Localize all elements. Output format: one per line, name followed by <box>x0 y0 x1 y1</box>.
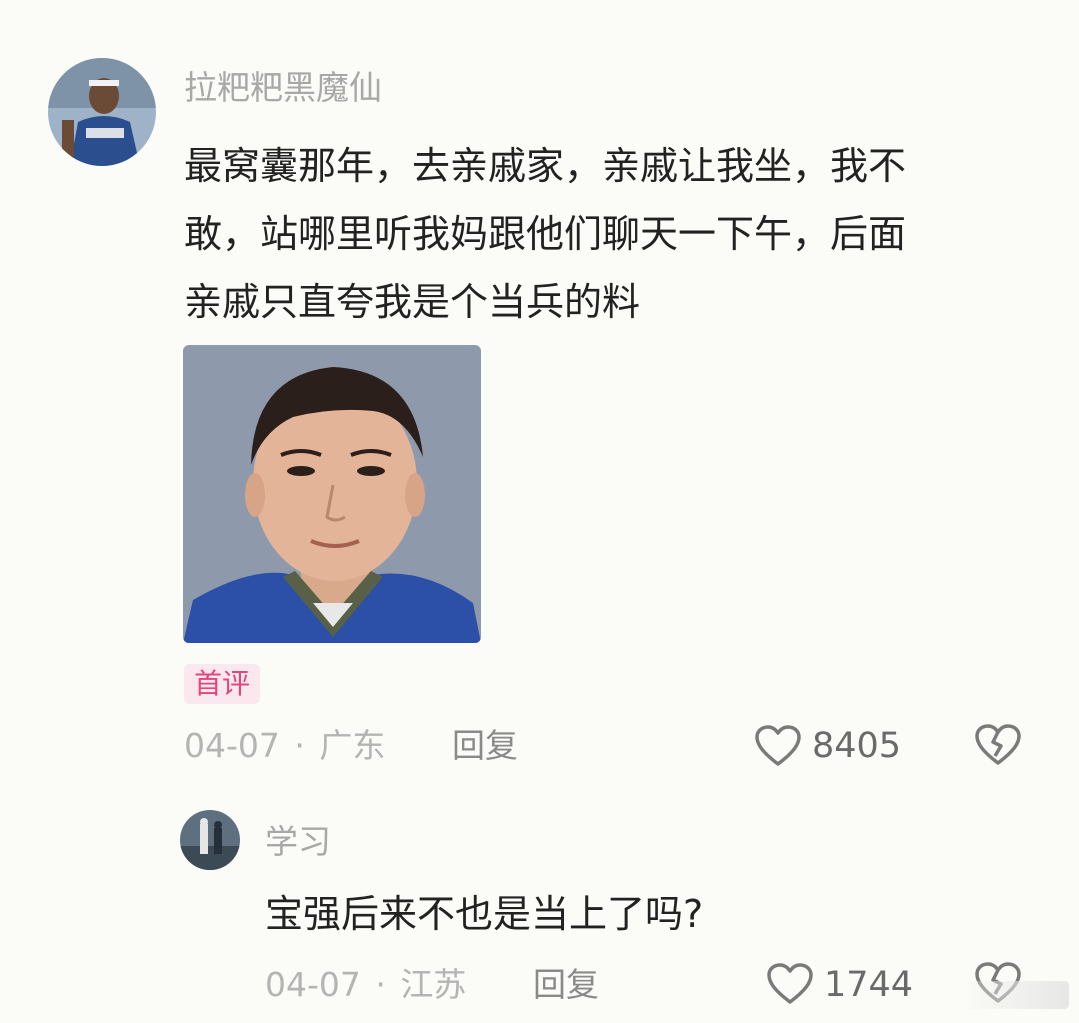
comment-text-line: 最窝囊那年，去亲戚家，亲戚让我坐，我不 <box>184 144 907 188</box>
meta-separator: · <box>375 965 386 1004</box>
reply-reply-button[interactable]: 回复 <box>533 963 599 1007</box>
reply-date: 04-07 <box>265 965 361 1004</box>
reply-meta: 04-07 · 江苏 <box>265 963 466 1007</box>
meta-separator: · <box>294 726 305 765</box>
commenter-avatar[interactable] <box>48 58 156 166</box>
reply-text: 宝强后来不也是当上了吗? <box>265 892 704 936</box>
first-comment-badge: 首评 <box>184 664 261 704</box>
reply-button[interactable]: 回复 <box>452 724 518 768</box>
broken-heart-icon[interactable] <box>974 722 1022 768</box>
comment-meta: 04-07 · 广东 <box>184 724 385 768</box>
commenter-username[interactable]: 拉粑粑黑魔仙 <box>184 66 382 110</box>
watermark-overlay <box>959 981 1069 1009</box>
like-count: 8405 <box>812 726 902 766</box>
comment-text: 最窝囊那年，去亲戚家，亲戚让我坐，我不 敢，站哪里听我妈跟他们聊天一下午，后面 … <box>184 132 906 336</box>
comment-text-line: 亲戚只直夸我是个当兵的料 <box>184 280 641 324</box>
reply-location: 江苏 <box>400 965 467 1004</box>
reply-like-count: 1744 <box>824 965 914 1005</box>
comment-location: 广东 <box>319 726 386 765</box>
heart-outline-icon[interactable] <box>766 962 814 1006</box>
comment-date: 04-07 <box>184 726 280 765</box>
reply-avatar[interactable] <box>180 810 240 870</box>
heart-outline-icon[interactable] <box>754 724 802 768</box>
comment-text-line: 敢，站哪里听我妈跟他们聊天一下午，后面 <box>184 212 907 256</box>
reply-username[interactable]: 学习 <box>265 820 331 864</box>
comment-image[interactable] <box>183 345 481 643</box>
